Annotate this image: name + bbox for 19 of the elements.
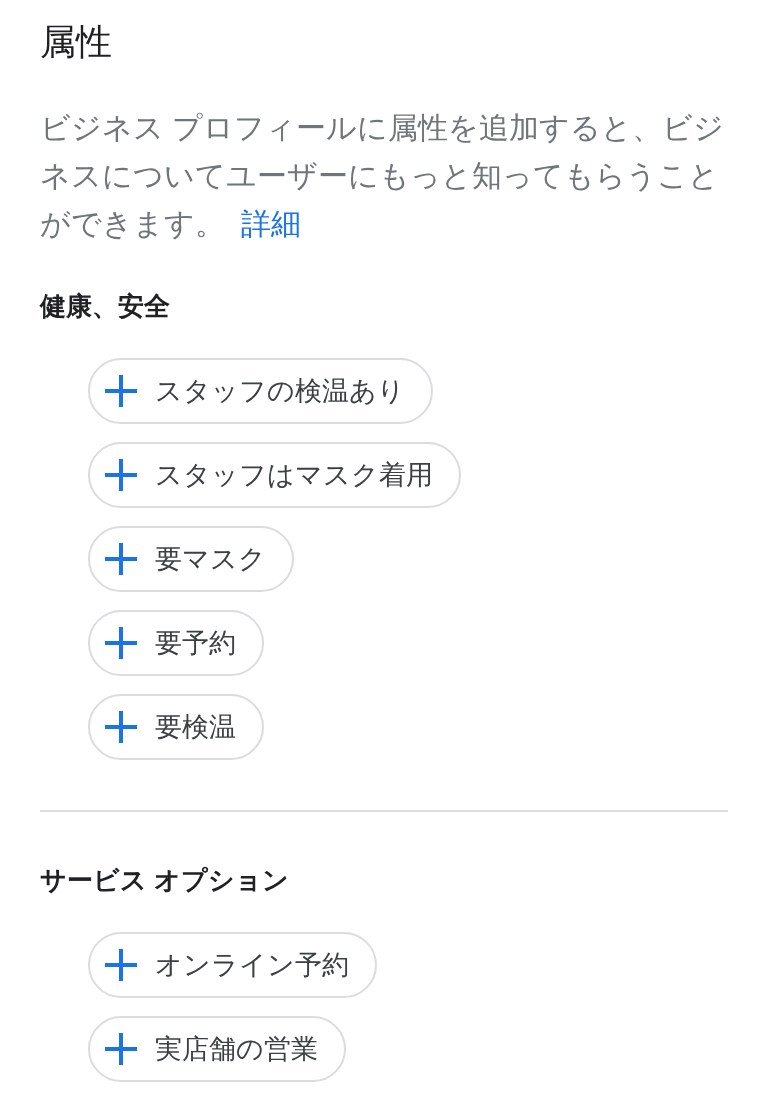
plus-icon xyxy=(105,375,137,407)
page-title: 属性 xyxy=(40,20,113,64)
add-attribute-chip[interactable]: オンライン予約 xyxy=(88,932,377,998)
add-attribute-chip[interactable]: 要マスク xyxy=(88,526,294,592)
plus-icon xyxy=(105,1033,137,1065)
section-heading: 健康、安全 xyxy=(40,290,171,323)
add-attribute-chip[interactable]: スタッフの検温あり xyxy=(88,358,433,424)
plus-icon xyxy=(105,459,137,491)
plus-icon xyxy=(105,949,137,981)
add-attribute-chip[interactable]: 実店舗の営業 xyxy=(88,1016,346,1082)
section-heading: サービス オプション xyxy=(40,864,291,897)
add-attribute-chip[interactable]: 要予約 xyxy=(88,610,264,676)
plus-icon xyxy=(105,627,137,659)
plus-icon xyxy=(105,543,137,575)
description-text: ビジネス プロフィールに属性を追加すると、ビジネスについてユーザーにもっと知ってもらうことができます。 詳細 xyxy=(40,110,726,242)
plus-icon xyxy=(105,711,137,743)
learn-more-link[interactable]: 詳細 xyxy=(241,207,302,240)
add-attribute-chip[interactable]: スタッフはマスク着用 xyxy=(88,442,461,508)
add-attribute-chip[interactable]: 要検温 xyxy=(88,694,264,760)
